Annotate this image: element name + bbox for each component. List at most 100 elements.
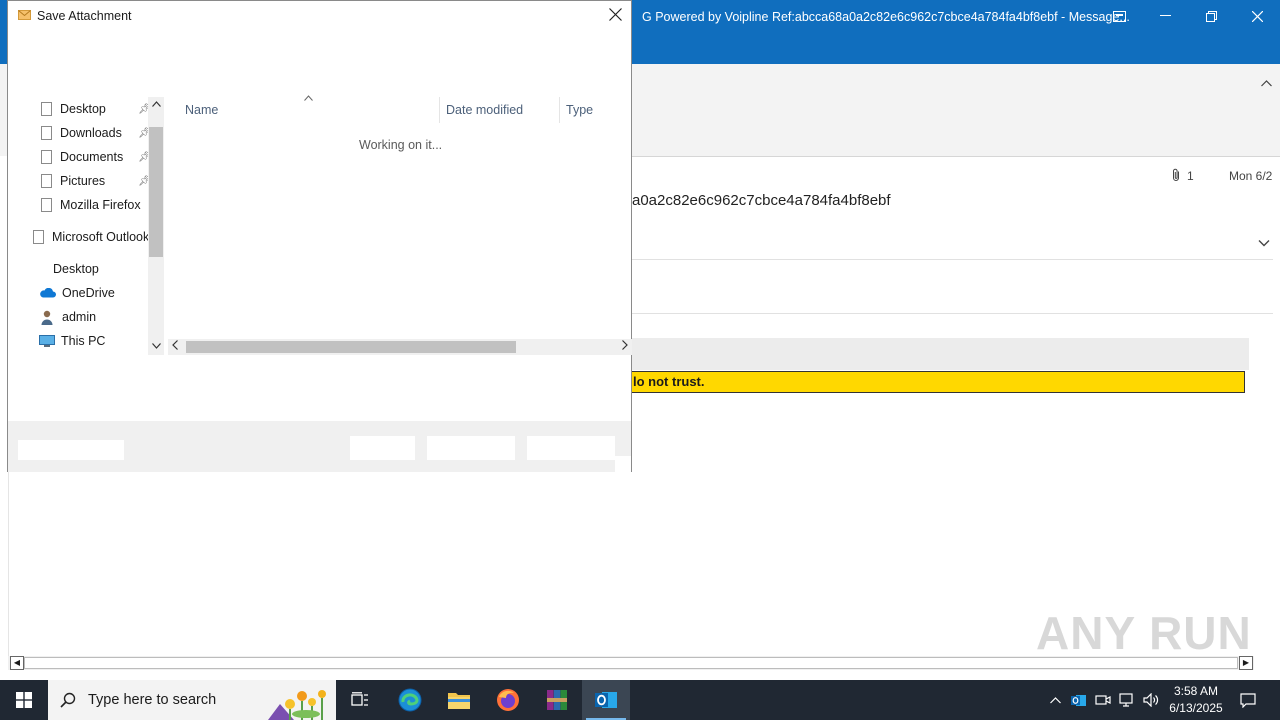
watermark-logo: ANY RUN [1036,607,1252,659]
taskbar-file-explorer[interactable] [435,680,483,720]
taskbar-winrar[interactable] [533,680,581,720]
collapse-ribbon-icon[interactable] [1261,76,1272,90]
search-highlight-flowers-icon [268,690,326,720]
scroll-thumb[interactable] [149,127,163,257]
nav-item-microsoft-outlook[interactable]: Microsoft Outlook [33,226,149,248]
column-divider[interactable] [559,97,560,123]
task-view-button[interactable] [336,680,384,720]
clock-date: 6/13/2025 [1169,701,1223,715]
user-icon [41,310,53,325]
nav-item-onedrive[interactable]: OneDrive [39,282,115,304]
outlook-icon [595,692,617,708]
nav-item-mozilla-firefox[interactable]: Mozilla Firefox [41,194,141,216]
save-button-placeholder[interactable] [427,436,515,460]
nav-item-this-pc[interactable]: This PC [39,330,105,352]
show-hidden-icons-button[interactable] [1044,680,1066,720]
hide-folders-placeholder[interactable] [18,440,124,460]
dialog-footer [8,421,631,472]
restore-button[interactable] [1188,0,1234,32]
nav-item-downloads[interactable]: Downloads 📌︎ [41,122,151,144]
nav-item-documents[interactable]: Documents 📌︎ [41,146,151,168]
nav-item-desktop[interactable]: Desktop 📌︎ [41,98,151,120]
nav-item-admin[interactable]: admin [41,306,96,328]
windows-logo-icon [16,692,32,708]
message-date: Mon 6/2 [1229,169,1273,183]
document-icon [41,150,52,164]
document-icon [41,198,52,212]
tools-button-placeholder[interactable] [350,436,415,460]
system-clock[interactable]: 3:58 AM 6/13/2025 [1164,683,1228,717]
column-type[interactable]: Type [566,103,593,117]
warning-banner: lo not trust. [632,371,1245,393]
message-subject: a0a2c82e6c962c7cbce4a784fa4bf8ebf [632,192,891,209]
cancel-button-placeholder[interactable] [527,436,615,460]
scroll-right-icon[interactable] [622,340,628,353]
loading-status: Working on it... [359,138,443,152]
computer-icon [39,335,55,347]
dialog-close-button[interactable] [605,5,625,25]
document-icon [41,174,52,188]
ribbon-display-options-icon[interactable] [1096,0,1142,32]
sort-ascending-icon [304,93,313,103]
nav-pane-scrollbar[interactable] [148,97,164,355]
volume-icon[interactable] [1140,680,1162,720]
column-divider[interactable] [439,97,440,123]
save-attachment-dialog: Save Attachment Desktop 📌︎ Downloads 📌︎ … [7,0,632,472]
winrar-icon [547,690,567,710]
outlook-tray-icon[interactable] [1068,680,1090,720]
file-list-header: Name Date modified Type [168,95,632,125]
nav-item-label: Pictures [60,174,106,188]
scroll-thumb[interactable] [186,341,516,353]
nav-item-label: Microsoft Outlook [52,230,150,244]
scroll-left-icon[interactable] [172,340,178,353]
column-name[interactable]: Name [185,103,218,117]
navigation-pane[interactable]: Desktop 📌︎ Downloads 📌︎ Documents 📌︎ Pic… [8,97,164,355]
outlook-window-title: G Powered by Voipline Ref:abcca68a0a2c82… [642,10,1130,24]
search-placeholder: Type here to search [88,692,217,708]
nav-item-pictures[interactable]: Pictures 📌︎ [41,170,151,192]
close-button[interactable] [1234,0,1280,32]
nav-item-label: Desktop [53,262,99,276]
divider [632,259,1273,260]
document-icon [41,102,52,116]
attachment-count: 1 [1187,169,1194,183]
scroll-left-icon[interactable]: ◀ [10,656,24,670]
nav-item-label: OneDrive [62,286,115,300]
nav-item-label: Desktop [60,102,106,116]
nav-item-label: Documents [60,150,124,164]
nav-item-label: admin [62,310,97,324]
attachment-indicator: 1 [1172,168,1194,183]
clock-time: 3:58 AM [1173,684,1219,698]
edge-icon [398,688,422,712]
dialog-title: Save Attachment [37,9,132,23]
nav-item-desktop-root[interactable]: Desktop [53,258,99,280]
envelope-icon [18,10,31,20]
paperclip-icon [1173,168,1179,181]
minimize-button[interactable] [1142,0,1188,32]
scroll-down-icon[interactable] [148,341,164,352]
resize-grip[interactable] [615,456,631,472]
nav-item-label: This PC [61,334,106,348]
firefox-icon [497,689,519,711]
search-icon [60,692,76,708]
meet-now-icon[interactable] [1092,680,1114,720]
scroll-up-icon[interactable] [148,99,164,110]
dialog-titlebar: Save Attachment [8,1,631,31]
document-icon [33,230,44,244]
file-list-hscrollbar[interactable] [168,339,632,355]
start-button[interactable] [0,680,48,720]
taskbar: Type here to search 3:58 AM 6/13/2025 [0,680,1280,720]
folder-icon [448,693,470,709]
task-view-icon [351,692,368,706]
expand-header-icon[interactable] [1258,234,1270,250]
taskbar-outlook[interactable] [582,680,630,720]
taskbar-firefox[interactable] [484,680,532,720]
taskbar-search-box[interactable]: Type here to search [48,680,336,720]
message-banner [632,338,1249,370]
column-date-modified[interactable]: Date modified [446,103,523,117]
taskbar-edge[interactable] [386,680,434,720]
nav-item-label: Downloads [60,126,122,140]
network-icon[interactable] [1116,680,1138,720]
cloud-icon [40,288,56,298]
action-center-icon[interactable] [1234,680,1262,720]
